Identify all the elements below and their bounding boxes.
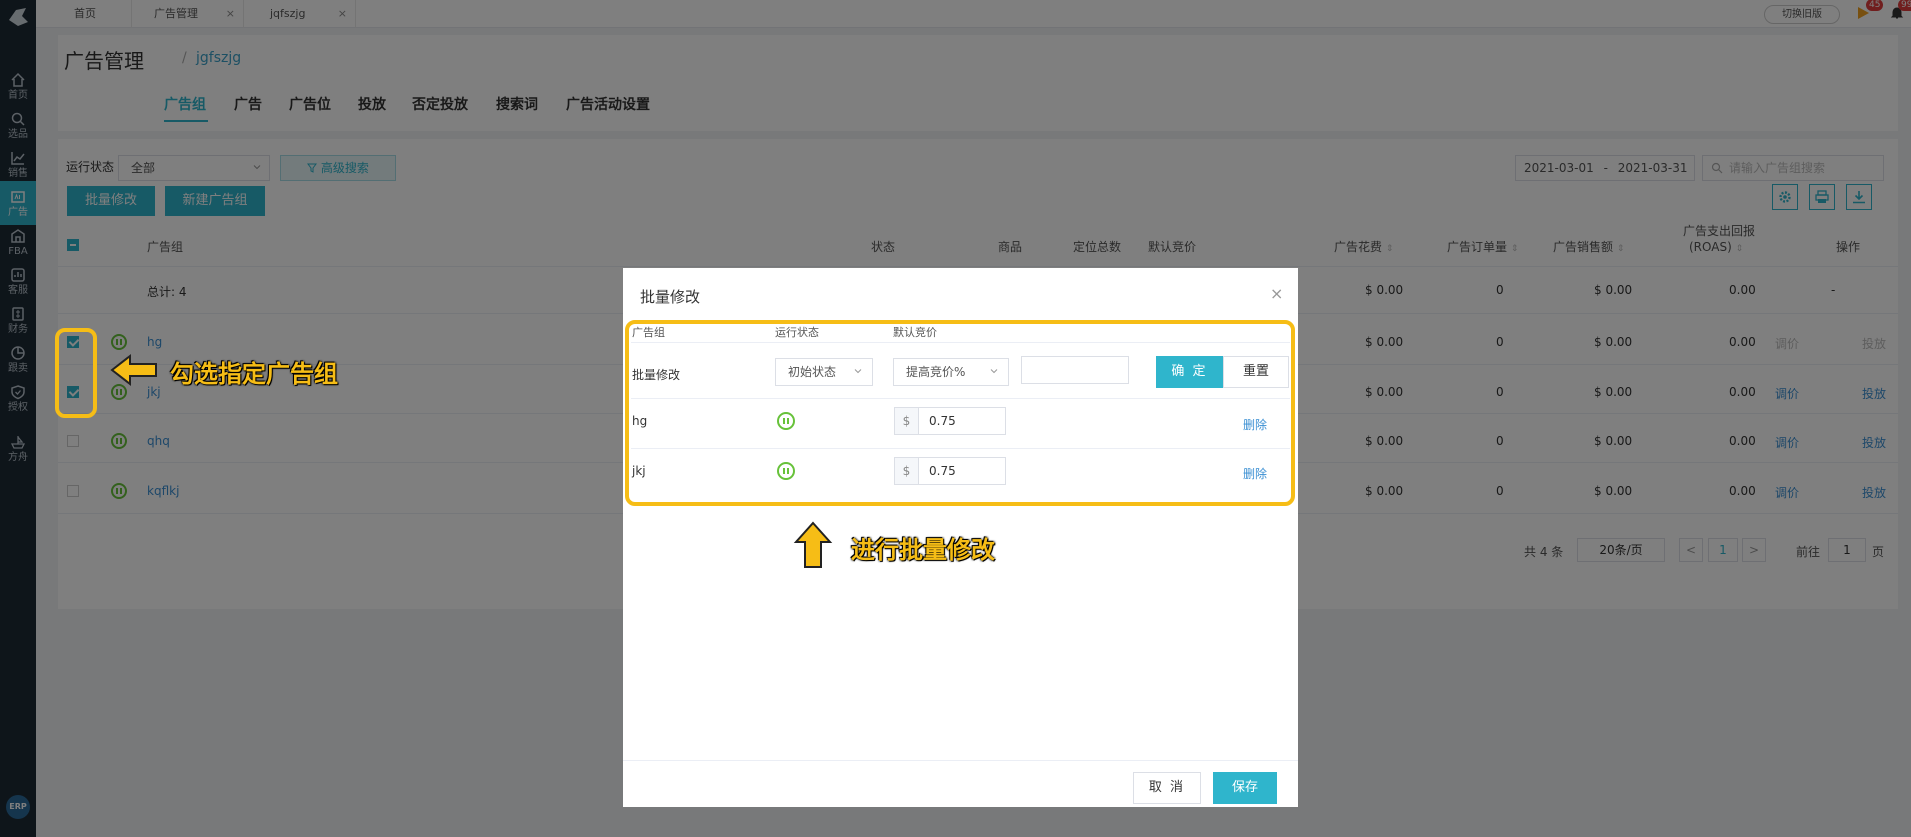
annotation-highlight-batch-table [625, 320, 1295, 506]
annotation-select-groups: 勾选指定广告组 [170, 360, 338, 388]
modal-title: 批量修改 [640, 288, 701, 306]
annotation-batch-edit: 进行批量修改 [851, 536, 995, 564]
close-icon[interactable]: × [1270, 284, 1283, 303]
arrow-left-icon [110, 353, 157, 387]
annotation-highlight-checkboxes [55, 328, 97, 418]
arrow-up-icon [793, 521, 833, 568]
cancel-button[interactable]: 取 消 [1133, 772, 1201, 804]
divider [623, 760, 1298, 761]
save-button[interactable]: 保存 [1213, 772, 1277, 804]
